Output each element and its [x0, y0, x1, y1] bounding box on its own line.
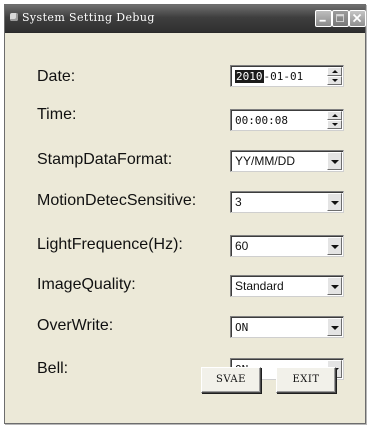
window-title: System Setting Debug	[22, 11, 155, 24]
spin-down-icon[interactable]	[327, 120, 342, 129]
time-spinner[interactable]	[327, 111, 342, 129]
motion-select[interactable]: 3	[230, 191, 344, 213]
close-button[interactable]	[349, 10, 366, 27]
date-year-selected: 2010	[235, 70, 264, 83]
date-field[interactable]: 2010-01-01	[230, 65, 344, 87]
stamp-format-select[interactable]: YY/MM/DD	[230, 150, 344, 172]
time-label: Time:	[37, 106, 77, 123]
image-quality-label: ImageQuality:	[37, 276, 136, 293]
settings-panel: Date: 2010-01-01 Time: 00:00:08 StampDat…	[6, 33, 364, 422]
light-frequency-label: LightFrequence(Hz):	[37, 236, 183, 253]
bell-label: Bell:	[37, 360, 69, 377]
overwrite-value: ON	[235, 321, 249, 334]
chevron-down-icon[interactable]	[327, 237, 342, 255]
time-value: 00:00:08	[235, 114, 288, 127]
image-quality-select[interactable]: Standard	[230, 275, 344, 297]
maximize-icon	[336, 14, 345, 23]
date-label: Date:	[37, 68, 76, 85]
chevron-down-icon[interactable]	[327, 152, 342, 170]
close-icon	[352, 13, 362, 23]
overwrite-label: OverWrite:	[37, 317, 114, 334]
motion-label: MotionDetecSensitive:	[37, 192, 197, 209]
spin-up-icon[interactable]	[327, 111, 342, 120]
maximize-button[interactable]	[332, 10, 349, 27]
overwrite-select[interactable]: ON	[230, 316, 344, 338]
save-button[interactable]: SVAE	[201, 367, 261, 393]
chevron-down-icon[interactable]	[327, 193, 342, 211]
stamp-format-label: StampDataFormat:	[37, 151, 173, 168]
chevron-down-icon[interactable]	[327, 318, 342, 336]
settings-window: System Setting Debug Date: 2010-01-01 Ti…	[4, 4, 366, 424]
motion-value: 3	[235, 195, 242, 209]
exit-button[interactable]: EXIT	[276, 367, 336, 393]
minimize-icon	[319, 19, 326, 22]
light-frequency-select[interactable]: 60	[230, 235, 344, 257]
title-bar[interactable]: System Setting Debug	[5, 5, 366, 33]
time-field[interactable]: 00:00:08	[230, 109, 344, 131]
date-value: 2010-01-01	[235, 70, 303, 83]
minimize-button[interactable]	[315, 10, 332, 27]
date-spinner[interactable]	[327, 67, 342, 85]
image-quality-value: Standard	[235, 279, 284, 293]
date-month-day: -01-01	[263, 70, 304, 83]
app-icon	[10, 13, 18, 21]
chevron-down-icon[interactable]	[327, 277, 342, 295]
light-frequency-value: 60	[235, 239, 249, 253]
stamp-format-value: YY/MM/DD	[235, 154, 295, 168]
spin-down-icon[interactable]	[327, 76, 342, 85]
spin-up-icon[interactable]	[327, 67, 342, 76]
